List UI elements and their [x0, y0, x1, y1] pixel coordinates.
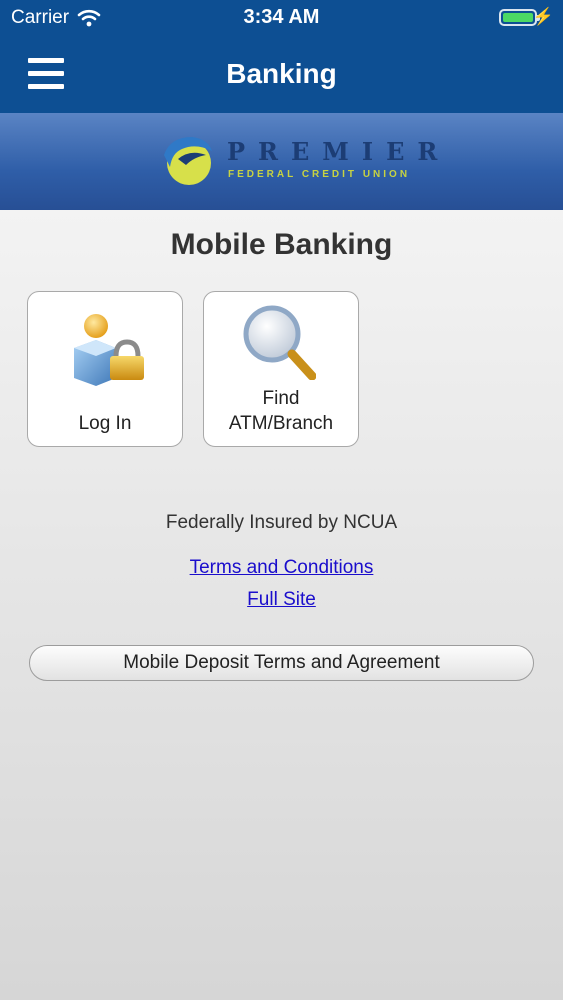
find-label-line1: Find: [262, 388, 300, 409]
battery-icon: [499, 9, 540, 26]
main-content: Mobile Banking Log In Find ATM/Branch Fe…: [0, 210, 563, 1000]
page-title: Mobile Banking: [170, 228, 393, 261]
charging-bolt-icon: ⚡: [532, 7, 554, 26]
logo-wordmark: PREMIER: [227, 137, 451, 166]
ncua-insured-text: Federally Insured by NCUA: [165, 512, 398, 533]
magnifier-icon: [243, 305, 316, 380]
premier-logo: PREMIER FEDERAL CREDIT UNION: [156, 133, 437, 189]
full-site-link[interactable]: Full Site: [0, 589, 563, 611]
find-label: Find ATM/Branch: [204, 386, 358, 436]
top-bar: Carrier 3:34 AM ⚡ Banking: [0, 0, 563, 113]
find-atm-branch-tile[interactable]: Find ATM/Branch: [203, 291, 359, 447]
brand-banner: PREMIER FEDERAL CREDIT UNION: [0, 113, 563, 210]
logo-tagline: FEDERAL CREDIT UNION: [228, 169, 411, 180]
user-lock-icon: [74, 314, 144, 386]
login-label: Log In: [78, 413, 132, 434]
mobile-deposit-terms-button[interactable]: Mobile Deposit Terms and Agreement: [29, 645, 534, 681]
terms-link[interactable]: Terms and Conditions: [0, 557, 563, 579]
battery-level: [503, 13, 533, 22]
login-tile[interactable]: Log In: [27, 291, 183, 447]
nav-title: Banking: [226, 58, 337, 89]
find-label-line2: ATM/Branch: [228, 413, 334, 434]
logo-ball-icon: [164, 137, 212, 185]
status-time: 3:34 AM: [243, 6, 320, 28]
